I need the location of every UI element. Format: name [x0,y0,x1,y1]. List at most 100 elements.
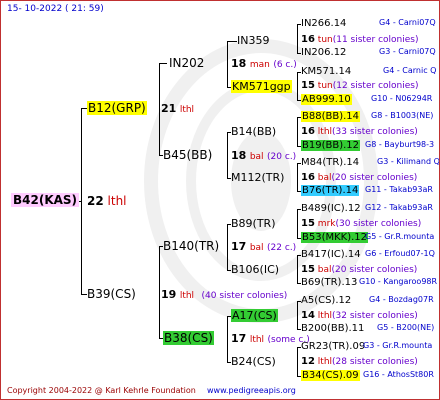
leaf-row[interactable]: IN266.14 [301,19,346,29]
connector [159,63,167,64]
ggp7-gen: 14 [301,310,315,321]
connector [227,41,237,42]
ggp2-label: KM571ggp [231,80,292,93]
leaf-row[interactable]: AB999.10 [301,94,352,105]
leaf-name: GR23(TR).09 [301,341,366,352]
leaf-row[interactable]: B19(BB).12 [301,140,361,151]
leaf-name: IN206.12 [301,47,347,58]
leaf-code: G11 - Takab93aR [365,185,433,194]
leaf-row[interactable]: B76(TR).14 [301,185,360,196]
leaf-name: B69(TR).13 [301,277,358,288]
ggp-node-in359[interactable]: IN359 [237,35,269,46]
ggp-node-b89[interactable]: B89(TR) [231,218,276,229]
leaf-name: B76(TR).14 [301,185,360,196]
footer-site-link[interactable]: www.pedigreeapis.org [207,387,296,395]
leaf-code: G5 - B200(NE) [377,323,435,332]
ggp6-label: B106(IC) [231,263,280,276]
gp3-label: B140(TR) [163,239,220,253]
p2-note: (40 sister colonies) [201,291,288,301]
ggp4-gen-info: 16 bal(20 sister colonies) [301,173,417,183]
leaf-code: G12 - Takab93aR [365,203,433,212]
pedigree-canvas: 15- 10-2022 ( 21: 59) B42(KAS) 22 lthl B… [0,0,440,400]
leaf-name: IN266.14 [301,18,347,29]
connector [297,209,298,238]
leaf-row[interactable]: B88(BB).14 [301,111,361,122]
ggp6-note: (20 sister colonies) [331,265,418,275]
gp1-gen-info: 18 man (6 c.) [231,58,297,70]
gp-node-in202[interactable]: IN202 [169,57,204,69]
leaf-name: B19(BB).12 [301,140,361,151]
gp-node-b140[interactable]: B140(TR) [163,240,219,252]
leaf-code: G10 - N06294R [371,94,433,103]
ggp3-tag: lthl [317,127,333,137]
root-node[interactable]: B42(KAS) [11,193,80,207]
ggp8-gen-info: 12 lthl(28 sister colonies) [301,357,418,367]
leaf-row[interactable]: KM571.14 [301,67,351,77]
p1-gen: 21 [161,102,177,115]
ggp1-note: (11 sister colonies) [332,35,419,45]
ggp3-label: B14(BB) [231,125,277,138]
ggp-node-b24[interactable]: B24(CS) [231,356,276,367]
p2-tag: lthl [179,291,195,301]
leaf-name: B489(IC).12 [301,203,361,214]
leaf-row[interactable]: B53(MKK).12 [301,232,369,243]
leaf-name: M84(TR).14 [301,157,360,168]
ggp4-tag: bal [317,173,332,183]
root-label: B42(KAS) [11,193,80,207]
connector [227,316,228,362]
ggp5-gen-info: 15 mrk(30 sister colonies) [301,219,421,229]
leaf-code: G6 - Erfoud07-1Q [365,249,435,258]
leaf-code: G10 - Kangaroo98R [359,277,438,286]
ggp-node-b14[interactable]: B14(BB) [231,126,276,137]
connector [297,255,298,283]
leaf-row[interactable]: B69(TR).13 [301,278,357,288]
gp4-gen-info: 17 lthl (some c.) [231,333,310,345]
leaf-code: G3 - Kilimand Q [377,157,440,166]
leaf-name: A5(CS).12 [301,295,352,306]
leaf-code: G8 - B1003(NE) [371,111,434,120]
leaf-row[interactable]: GR23(TR).09 [301,342,365,352]
connector [227,224,228,270]
gp2-gen-info: 18 bal (20 c.) [231,150,296,162]
connector [297,24,298,53]
leaf-code: G16 - AthosSt80R [363,370,434,379]
gp-node-b38[interactable]: B38(CS) [163,331,214,345]
connector [227,132,228,178]
ggp-node-b106[interactable]: B106(IC) [231,264,279,275]
parent-node-b39[interactable]: B39(CS) [87,288,136,300]
leaf-row[interactable]: B34(CS).09 [301,370,360,381]
leaf-code: G3 - Carni07Q [379,47,436,56]
ggp-node-m112[interactable]: M112(TR) [231,172,284,183]
ggp5-gen: 15 [301,218,315,229]
ggp1-gen-info: 16 tun(11 sister colonies) [301,35,418,45]
ggp-node-a17[interactable]: A17(CS) [231,309,278,322]
ggp5-tag: mrk [317,219,336,229]
ggp8-gen: 12 [301,356,315,367]
ggp-node-km571[interactable]: KM571ggp [231,80,292,93]
gp1-gen: 18 [231,57,247,70]
leaf-name: B34(CS).09 [301,370,360,381]
p1-gen-info: 21 lthl [161,103,194,115]
gp4-gen: 17 [231,332,247,345]
leaf-code: G4 - Carnic Q [383,66,437,75]
leaf-row[interactable]: B417(IC).14 [301,250,361,260]
gp2-tag: bal [249,152,264,162]
leaf-row[interactable]: IN206.12 [301,48,346,58]
parent-node-b12[interactable]: B12(GRP) [87,101,147,115]
ggp8-note: (28 sister colonies) [332,357,418,367]
leaf-row[interactable]: M84(TR).14 [301,158,359,168]
leaf-code: G4 - Bozdag07R [369,295,434,304]
leaf-row[interactable]: A5(CS).12 [301,296,351,306]
leaf-row[interactable]: B200(BB).11 [301,324,364,334]
leaf-code: G4 - Carni07Q [379,18,436,27]
ggp7-tag: lthl [317,311,333,321]
ggp5-label: B89(TR) [231,217,276,230]
gp3-tag: bal [249,243,264,253]
connector [81,108,82,294]
connector [227,41,228,87]
leaf-row[interactable]: B489(IC).12 [301,204,361,214]
connector [297,72,298,100]
ggp6-gen-info: 15 bal(20 sister colonies) [301,265,417,275]
p1-tag: lthl [179,105,195,115]
gp-node-b45[interactable]: B45(BB) [163,149,212,161]
